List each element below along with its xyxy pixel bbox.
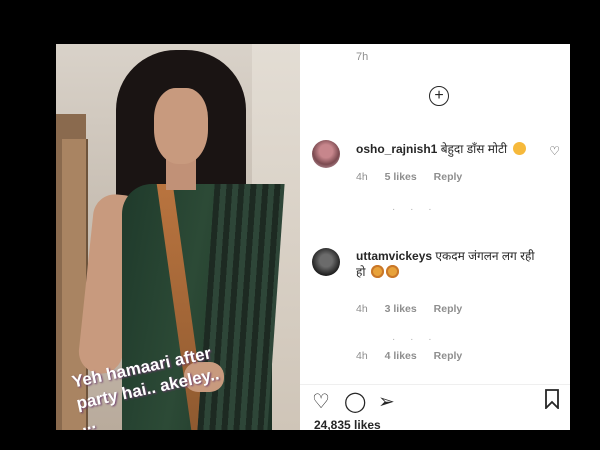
comment-text: uttamvickeys एकदम जंगलन लग रही हो [356, 248, 546, 280]
angry-emoji-icon [370, 265, 384, 278]
comment-likes[interactable]: 3 likes [385, 303, 417, 315]
comment-body: बेहुदा डाँस मोटी [440, 142, 508, 156]
likes-count[interactable]: 24,835 likes [314, 418, 381, 430]
video-frame[interactable]: Yeh hamaari after party hai.. akeley.. .… [56, 44, 300, 430]
plus-circle-icon[interactable]: + [429, 86, 449, 106]
comment-meta: 4h 5 likes Reply [356, 171, 476, 183]
action-bar: ♡ ◯ ➢ [300, 384, 570, 415]
reply-button[interactable]: Reply [434, 171, 463, 183]
comment-text: osho_rajnish1 बेहुदा डाँस मोटी [356, 141, 546, 157]
comment-likes[interactable]: 5 likes [385, 171, 417, 183]
avatar[interactable] [312, 140, 340, 168]
comment-username[interactable]: osho_rajnish1 [356, 142, 437, 156]
reply-button[interactable]: Reply [434, 303, 463, 315]
separator-dots: · · · [392, 204, 438, 215]
laughing-emoji-icon [512, 142, 526, 155]
heart-icon[interactable]: ♡ [312, 389, 330, 414]
bookmark-icon[interactable] [544, 389, 560, 415]
comment-icon[interactable]: ◯ [344, 389, 366, 414]
send-icon[interactable]: ➢ [378, 389, 395, 414]
instagram-post: Yeh hamaari after party hai.. akeley.. .… [56, 44, 570, 430]
comment-username[interactable]: uttamvickeys [356, 249, 432, 263]
top-timestamp: 7h [356, 51, 369, 63]
comments-panel: 7h + osho_rajnish1 बेहुदा डाँस मोटी ♡ 4h… [300, 44, 570, 430]
face [154, 88, 208, 164]
comment-meta: 4h 4 likes Reply [356, 350, 476, 362]
heart-icon[interactable]: ♡ [549, 144, 560, 158]
reply-button[interactable]: Reply [434, 350, 463, 362]
comment-meta: 4h 3 likes Reply [356, 303, 476, 315]
angry-emoji-icon [385, 265, 399, 278]
comment-time: 4h [356, 171, 368, 183]
avatar[interactable] [312, 248, 340, 276]
comment-time: 4h [356, 303, 368, 315]
comment-time: 4h [356, 350, 368, 362]
separator-dots: · · · [392, 334, 438, 345]
comment-likes[interactable]: 4 likes [385, 350, 417, 362]
